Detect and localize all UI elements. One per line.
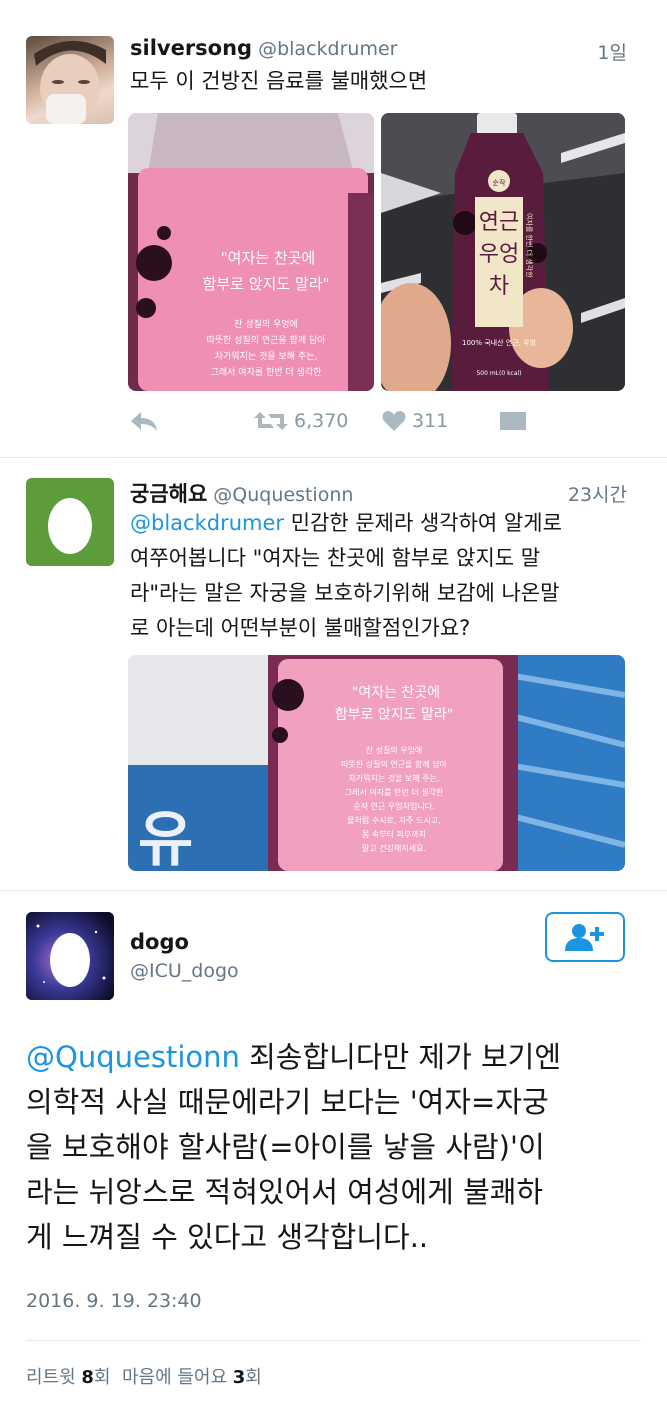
- label-body-4: 그래서 여자를 한번 더 생각한: [211, 366, 322, 378]
- username[interactable]: @ICU_dogo: [130, 960, 239, 982]
- divider: [0, 457, 667, 458]
- mention-link[interactable]: @blackdrumer: [130, 511, 284, 535]
- bottle-hand-photo: 순작 연근 우엉 차 여자를 한번 더 생각한 100% 국내산 연근, 우엉 …: [381, 113, 625, 391]
- divider: [26, 1340, 641, 1341]
- label-body-5: 순작 연근 우엉차입니다.: [353, 801, 434, 811]
- like-label[interactable]: 마음에 들어요: [111, 1367, 233, 1388]
- label-quote-1: "여자는 찬곳에: [352, 685, 440, 701]
- display-name[interactable]: dogo: [130, 930, 189, 954]
- bottle-name-3: 차: [489, 274, 509, 299]
- author-name[interactable]: 궁금해요 @Ququestionn: [130, 478, 353, 508]
- tweet-stats: 리트윗 8회 마음에 들어요 3회: [26, 1363, 262, 1389]
- like-button[interactable]: 311: [382, 410, 448, 432]
- direct-message-button[interactable]: [500, 410, 526, 432]
- add-user-icon: [565, 924, 604, 951]
- envelope-icon: [500, 412, 526, 430]
- tweet-image[interactable]: "여자는 찬곳에 함부로 앉지도 말라" 찬 성질의 우엉에 따뜻한 성질의 연…: [128, 113, 374, 391]
- label-body-2: 따뜻한 성질의 연근을 함께 담아: [206, 334, 326, 346]
- display-name[interactable]: 궁금해요: [130, 482, 207, 506]
- tweet-text-line: 게 느껴질 수 있다고 생각합니다..: [26, 1220, 429, 1254]
- galaxy-egg-avatar: [26, 912, 114, 1000]
- tweet-text: @Ququestionn 죄송합니다만 제가 보기엔 의학적 사실 때문에라기 …: [26, 1035, 641, 1260]
- heart-icon: [382, 411, 406, 431]
- tweet-text-line: 로 아는데 어떤부분이 불매할점인가요?: [130, 616, 471, 640]
- bottle-sub: 100% 국내산 연근, 우엉: [462, 338, 536, 347]
- tweet-image[interactable]: 순작 연근 우엉 차 여자를 한번 더 생각한 100% 국내산 연근, 우엉 …: [381, 113, 625, 391]
- bottle-side-text: 여자를 한번 더 생각한: [525, 213, 534, 278]
- tweet-actions: 6,370 311: [130, 410, 550, 444]
- bottle-volume: 500 mL(0 kcal): [476, 370, 521, 377]
- label-body-3: 차가워지는 것을 보해 주는,: [215, 350, 318, 362]
- label-body-1: 찬 성질의 우엉에: [366, 745, 423, 755]
- bottle-name-1: 연근: [479, 210, 519, 235]
- retweet-button[interactable]: 6,370: [254, 410, 348, 432]
- tweet-text: 모두 이 건방진 음료를 불매했으면: [130, 69, 428, 93]
- username[interactable]: @blackdrumer: [258, 38, 397, 60]
- tweet-text: @blackdrumer 민감한 문제라 생각하여 알게로 여쭈어봅니다 "여자…: [130, 506, 640, 646]
- tweet-time[interactable]: 1일: [597, 38, 627, 65]
- avatar-photo: [34, 40, 106, 124]
- author-name[interactable]: silversong @blackdrumer: [130, 36, 397, 60]
- retweet-count[interactable]: 8: [81, 1367, 94, 1388]
- avatar[interactable]: [26, 478, 114, 566]
- follow-button[interactable]: [545, 912, 625, 962]
- username[interactable]: @Ququestionn: [213, 484, 353, 506]
- label-body-4: 그래서 여자를 한번 더 생각한: [345, 787, 444, 797]
- bottle-brand: 순작: [493, 178, 506, 187]
- retweet-icon: [254, 412, 288, 430]
- bottle-label-closeup-photo: 유 "여자는 찬곳에 함부로 앉지도 말라" 찬 성질의 우엉에 따뜻한 성질의…: [128, 655, 625, 871]
- retweet-count: 6,370: [294, 410, 349, 432]
- like-count[interactable]: 3: [233, 1367, 246, 1388]
- tweet-text-line: 을 보호해야 할사람(=아이를 낳을 사람)'이: [26, 1130, 545, 1164]
- like-count: 311: [412, 410, 449, 432]
- avatar[interactable]: [26, 36, 114, 124]
- tweet-text-line: 죄송합니다만 제가 보기엔: [239, 1040, 562, 1074]
- label-quote-2: 함부로 앉지도 말라": [335, 707, 453, 723]
- like-unit: 회: [245, 1367, 262, 1388]
- tweet-image[interactable]: 유 "여자는 찬곳에 함부로 앉지도 말라" 찬 성질의 우엉에 따뜻한 성질의…: [128, 655, 625, 871]
- tweet-time[interactable]: 23시간: [568, 480, 627, 507]
- label-body-1: 찬 성질의 우엉에: [234, 318, 298, 330]
- label-quote-2: 함부로 앉지도 말라": [203, 275, 330, 293]
- tweet-text-line: 라"라는 말은 자궁을 보호하기위해 보감에 나온말: [130, 581, 560, 605]
- mention-link[interactable]: @Ququestionn: [26, 1040, 240, 1074]
- label-quote-1: "여자는 찬곳에: [221, 249, 315, 267]
- avatar[interactable]: [26, 912, 114, 1000]
- default-egg-icon: [26, 478, 114, 566]
- reply-icon: [131, 412, 157, 431]
- tweet-text-line: 여쭈어봅니다 "여자는 찬곳에 함부로 앉지도 말: [130, 546, 541, 570]
- tweet-text-line: 민감한 문제라 생각하여 알게로: [284, 511, 562, 535]
- label-body-6: 물처럼 수시로, 자주 드시고,: [347, 816, 441, 825]
- svg-text:유: 유: [138, 805, 193, 871]
- label-body-2: 따뜻한 성질의 연근을 함께 담아: [341, 759, 447, 769]
- label-body-7: 몸 속부터 피부까지: [362, 830, 426, 839]
- display-name[interactable]: silversong: [130, 36, 252, 60]
- label-body-8: 맑고 건강해지세요.: [362, 843, 426, 853]
- bottle-label-photo: "여자는 찬곳에 함부로 앉지도 말라" 찬 성질의 우엉에 따뜻한 성질의 연…: [128, 113, 374, 391]
- retweet-label[interactable]: 리트윗: [26, 1367, 81, 1388]
- retweet-unit: 회: [93, 1367, 111, 1388]
- label-body-3: 차가워지는 것을 보해 주는,: [348, 773, 439, 783]
- bottle-name-2: 우엉: [479, 242, 519, 267]
- tweet-text-line: 라는 뉘앙스로 적혀있어서 여성에게 불쾌하: [26, 1175, 544, 1209]
- reply-button[interactable]: [130, 410, 158, 432]
- tweet-timestamp[interactable]: 2016. 9. 19. 23:40: [26, 1290, 202, 1312]
- tweet-text-line: 의학적 사실 때문에라기 보다는 '여자=자궁: [26, 1085, 549, 1119]
- divider: [0, 890, 667, 891]
